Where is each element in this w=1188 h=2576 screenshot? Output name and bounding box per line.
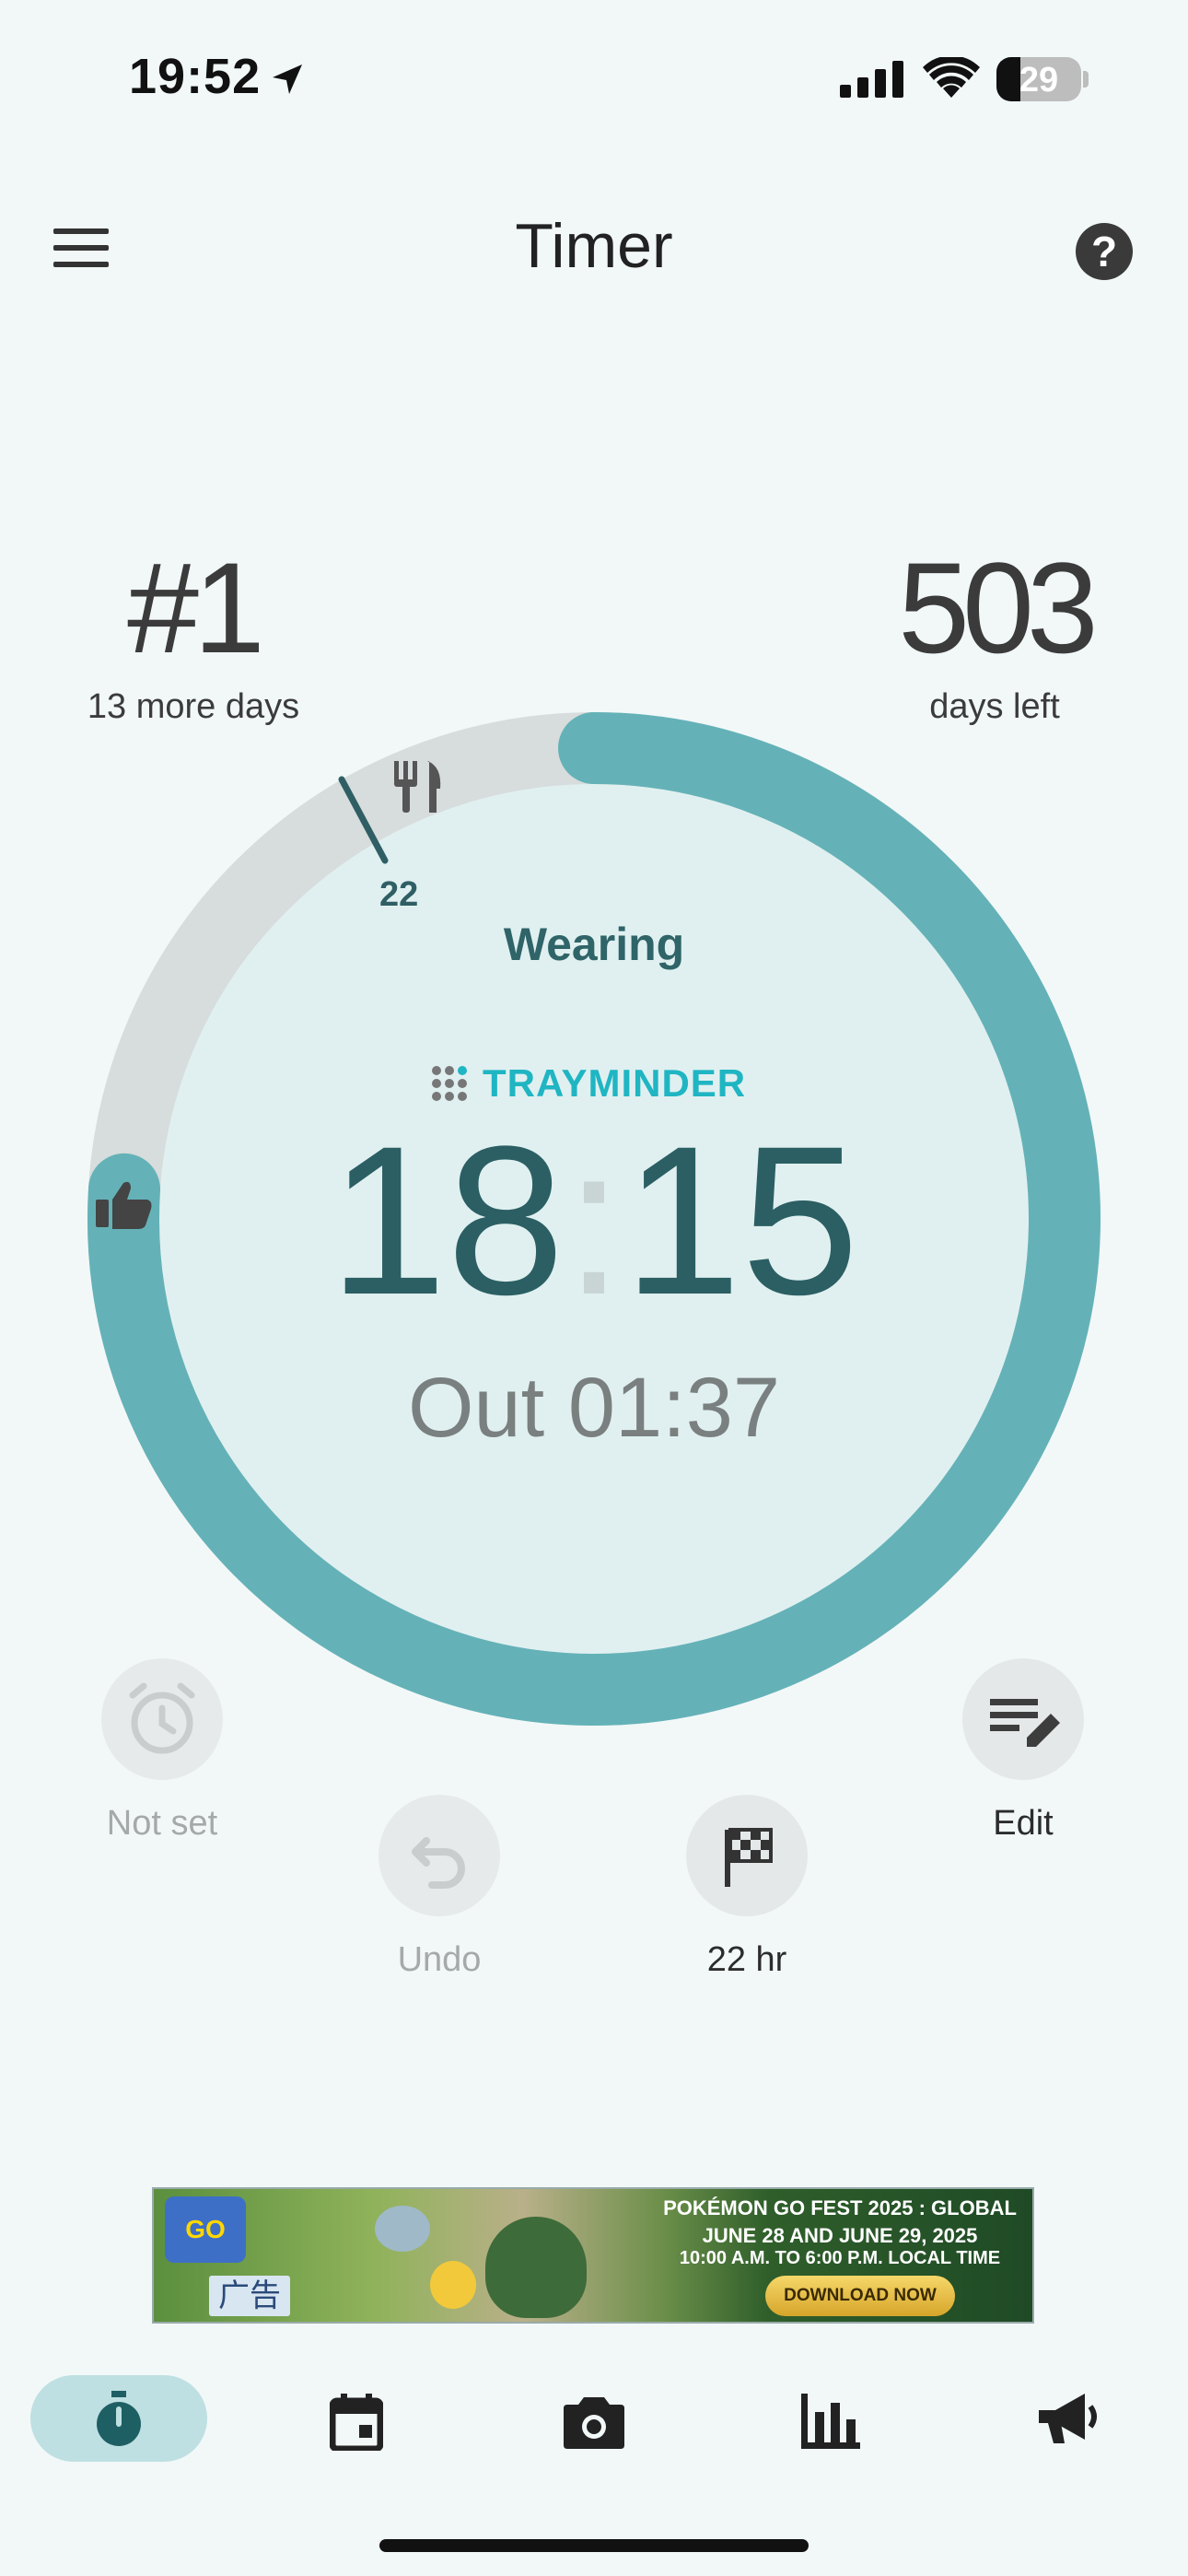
ad-character-image bbox=[485, 2217, 587, 2318]
goal-button[interactable] bbox=[686, 1795, 808, 1916]
goal-label: 22 hr bbox=[706, 1940, 787, 1979]
ad-banner[interactable]: GO 广告 POKÉMON GO FEST 2025 : GLOBAL JUNE… bbox=[152, 2187, 1034, 2324]
home-indicator[interactable] bbox=[379, 2539, 809, 2552]
undo-icon bbox=[412, 1837, 465, 1889]
ad-logo: GO bbox=[165, 2196, 246, 2263]
alarm-button[interactable] bbox=[101, 1658, 223, 1780]
undo-button[interactable] bbox=[379, 1795, 500, 1916]
stats-icon[interactable] bbox=[801, 2394, 860, 2449]
ad-label: 广告 bbox=[209, 2276, 290, 2316]
goal-tick-label: 22 bbox=[379, 875, 419, 914]
alarm-label: Not set bbox=[106, 1804, 218, 1843]
edit-label: Edit bbox=[993, 1804, 1054, 1843]
checkered-flag-icon bbox=[725, 1828, 773, 1887]
out-time-row: Out 01:37 bbox=[0, 1360, 1188, 1457]
out-time: 01:37 bbox=[567, 1361, 781, 1455]
edit-notes-icon bbox=[990, 1699, 1060, 1747]
ad-times: 10:00 A.M. TO 6:00 P.M. LOCAL TIME bbox=[679, 2248, 1001, 2268]
ad-headline: POKÉMON GO FEST 2025 : GLOBAL bbox=[663, 2196, 1017, 2219]
megaphone-icon[interactable] bbox=[1039, 2390, 1100, 2447]
camera-icon[interactable] bbox=[564, 2395, 624, 2449]
wear-state-label: Wearing bbox=[503, 919, 685, 970]
wear-progress-ring[interactable] bbox=[0, 0, 1188, 1751]
edit-button[interactable] bbox=[962, 1658, 1084, 1780]
ad-character-image bbox=[375, 2206, 430, 2252]
worn-hours: 18 bbox=[329, 1102, 565, 1339]
worn-time: 18:15 bbox=[329, 1102, 859, 1339]
timer-icon[interactable] bbox=[91, 2391, 146, 2448]
undo-label: Undo bbox=[397, 1940, 482, 1979]
ad-download-button[interactable]: DOWNLOAD NOW bbox=[765, 2276, 955, 2316]
ad-character-image bbox=[430, 2261, 476, 2309]
brand-dots-icon bbox=[432, 1066, 467, 1101]
worn-minutes: 15 bbox=[623, 1102, 859, 1339]
calendar-icon[interactable] bbox=[330, 2394, 383, 2451]
out-label: Out bbox=[407, 1361, 545, 1455]
ad-dates: JUNE 28 AND JUNE 29, 2025 bbox=[702, 2224, 978, 2247]
alarm-clock-icon bbox=[129, 1682, 195, 1754]
brand-name: TRAYMINDER bbox=[483, 1061, 747, 1105]
